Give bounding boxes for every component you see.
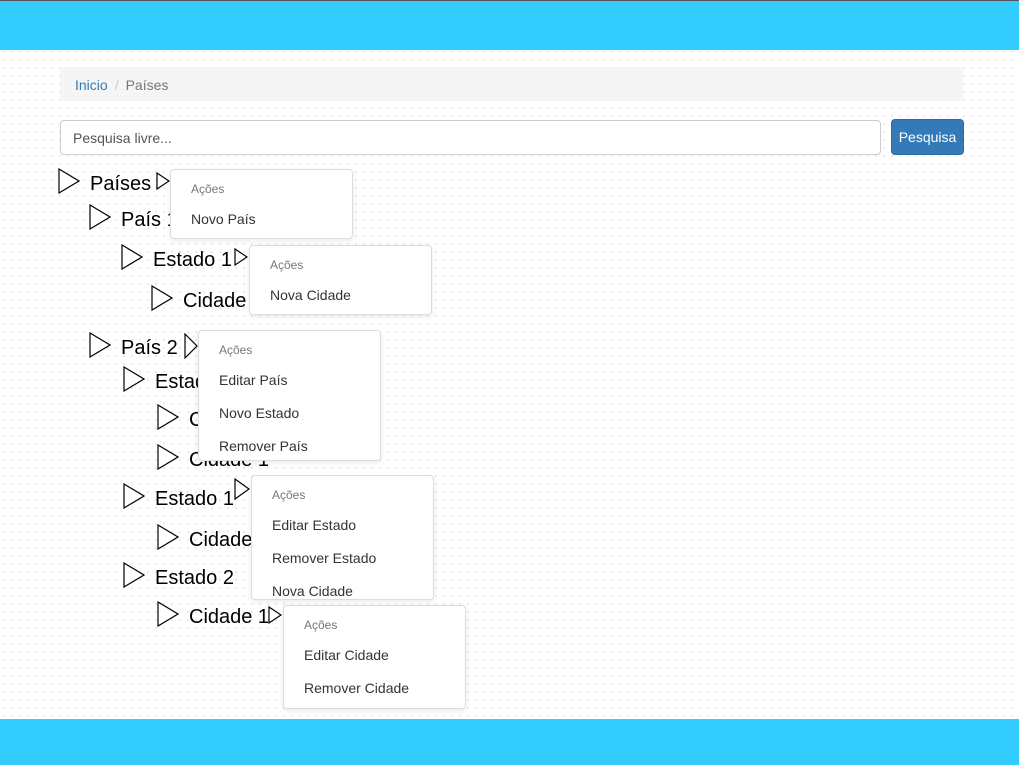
- expand-triangle-icon[interactable]: [157, 403, 180, 436]
- tree-node[interactable]: Estado 2: [123, 561, 234, 594]
- dropdown-menu-item[interactable]: Novo País: [171, 203, 352, 236]
- actions-dropdown-menu: Ações Editar Estado Remover Estado Nova Cid…: [251, 475, 434, 600]
- dropdown-header: Ações: [270, 258, 304, 272]
- actions-dropdown-menu: Ações Editar Cidade Remover Cidade: [283, 605, 466, 709]
- top-bar: [0, 0, 1019, 50]
- tree-node[interactable]: Estado 1: [121, 243, 232, 276]
- tree-node-label: Países: [90, 172, 152, 195]
- dropdown-menu-item[interactable]: Novo Estado: [199, 397, 380, 430]
- tree-node[interactable]: Estado 1: [123, 482, 234, 515]
- tree-node[interactable]: Cidade 1: [151, 284, 263, 317]
- expand-triangle-icon[interactable]: [157, 443, 180, 476]
- tree-node[interactable]: Cidade 1: [157, 600, 270, 633]
- dropdown-header: Ações: [219, 343, 253, 357]
- breadcrumb: Inicio / Países: [60, 67, 963, 101]
- actions-toggle-icon[interactable]: [156, 171, 171, 195]
- tree-node[interactable]: Países: [58, 167, 152, 200]
- expand-triangle-icon[interactable]: [58, 167, 81, 200]
- tree-node-label: Estado 2: [155, 566, 234, 589]
- dropdown-header: Ações: [272, 488, 306, 502]
- expand-triangle-icon[interactable]: [121, 243, 144, 276]
- tree-node-label: Estado 1: [155, 487, 234, 510]
- actions-dropdown-menu: Ações Novo País: [170, 169, 353, 239]
- expand-triangle-icon[interactable]: [89, 331, 112, 364]
- breadcrumb-home-link[interactable]: Inicio: [75, 77, 108, 93]
- breadcrumb-current: Países: [125, 77, 169, 93]
- search-button[interactable]: Pesquisa: [891, 119, 964, 155]
- actions-toggle-icon[interactable]: [234, 247, 249, 271]
- expand-triangle-icon[interactable]: [123, 482, 146, 515]
- actions-dropdown-menu: Ações Editar País Novo Estado Remover País: [198, 330, 381, 461]
- expand-triangle-icon[interactable]: [157, 600, 180, 633]
- tree-node-label: Cidade 1: [189, 605, 270, 628]
- dropdown-header: Ações: [304, 618, 338, 632]
- dropdown-menu-item[interactable]: Editar País: [199, 364, 380, 397]
- dropdown-menu-item[interactable]: Editar Estado: [252, 509, 433, 542]
- breadcrumb-separator: /: [114, 77, 119, 93]
- dropdown-menu-item[interactable]: Remover Estado: [252, 542, 433, 575]
- expand-triangle-icon[interactable]: [89, 203, 112, 236]
- expand-triangle-icon[interactable]: [123, 561, 146, 594]
- footer-bar: [0, 719, 1019, 765]
- expand-triangle-icon[interactable]: [151, 284, 174, 317]
- actions-toggle-icon[interactable]: [268, 605, 283, 629]
- tree-node[interactable]: País 1: [89, 203, 178, 236]
- dropdown-header: Ações: [191, 182, 225, 196]
- tree-node-label: Estado 1: [153, 248, 232, 271]
- dropdown-menu-item[interactable]: Remover País: [199, 430, 380, 460]
- tree-node[interactable]: País 2: [89, 331, 178, 364]
- dropdown-menu-item[interactable]: Nova Cidade: [252, 575, 433, 599]
- expand-triangle-icon[interactable]: [157, 523, 180, 556]
- actions-toggle-icon[interactable]: [234, 477, 251, 505]
- expand-triangle-icon[interactable]: [123, 365, 146, 398]
- actions-dropdown-menu: Ações Nova Cidade: [249, 245, 432, 315]
- dropdown-menu-item[interactable]: Editar Cidade: [284, 639, 465, 672]
- dropdown-menu-item[interactable]: Remover Cidade: [284, 672, 465, 705]
- search-input[interactable]: [60, 120, 881, 155]
- dropdown-menu-item[interactable]: Nova Cidade: [250, 279, 431, 312]
- tree-node-label: País 2: [121, 336, 178, 359]
- actions-toggle-icon[interactable]: [184, 332, 198, 364]
